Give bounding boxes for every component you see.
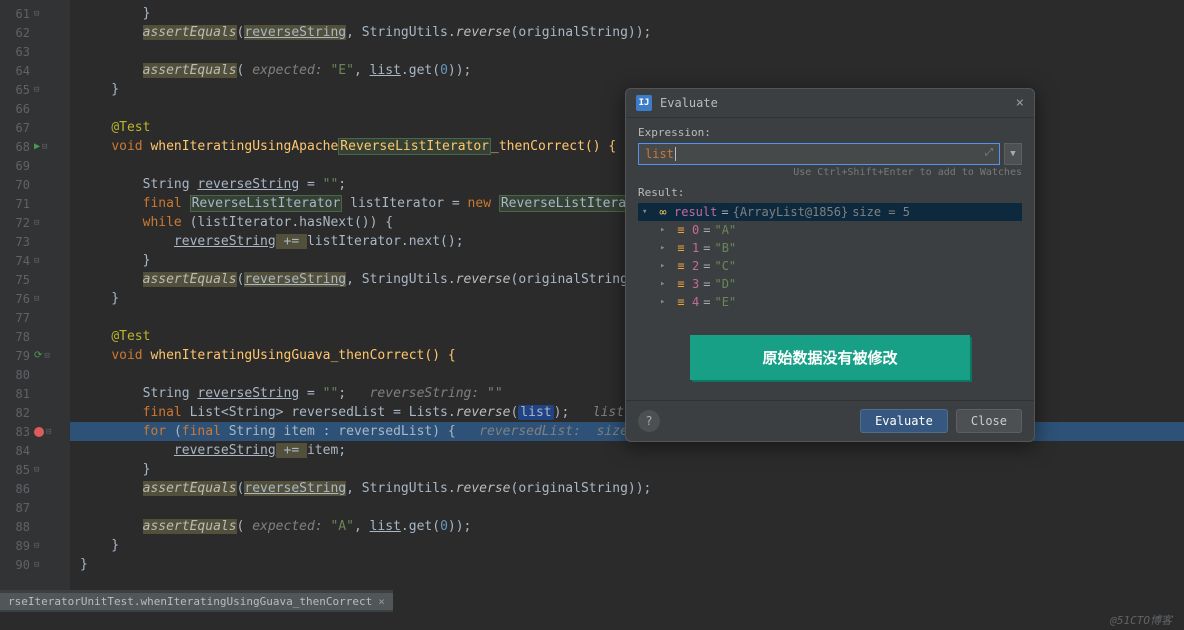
fold-icon[interactable]: ⊟ xyxy=(46,427,51,437)
element-icon: ≡ xyxy=(674,295,688,309)
fold-icon[interactable]: ⊟ xyxy=(34,218,39,228)
watermark: @51CTO博客 xyxy=(1110,612,1172,628)
chevron-right-icon[interactable]: ▸ xyxy=(660,261,670,271)
element-icon: ≡ xyxy=(674,259,688,273)
object-icon: ∞ xyxy=(656,205,670,219)
code-line: } xyxy=(70,555,1184,574)
hint-text: Use Ctrl+Shift+Enter to add to Watches xyxy=(638,167,1022,178)
evaluate-button[interactable]: Evaluate xyxy=(860,409,948,433)
tab-test-method[interactable]: rseIteratorUnitTest.whenIteratingUsingGu… xyxy=(0,593,393,610)
code-line: assertEquals(reverseString, StringUtils.… xyxy=(70,23,1184,42)
tree-item[interactable]: ▸≡3 = "D" xyxy=(638,275,1022,293)
fold-icon[interactable]: ⊟ xyxy=(34,85,39,95)
fold-icon[interactable]: ⊟ xyxy=(34,9,39,19)
breakpoint-icon[interactable] xyxy=(34,427,44,437)
fold-icon[interactable]: ⊟ xyxy=(42,142,47,152)
tree-root[interactable]: ▾ ∞ result = {ArrayList@1856} size = 5 xyxy=(638,203,1022,221)
tree-item[interactable]: ▸≡0 = "A" xyxy=(638,221,1022,239)
code-line xyxy=(70,42,1184,61)
code-line: assertEquals( expected: "E", list.get(0)… xyxy=(70,61,1184,80)
tab-label: rseIteratorUnitTest.whenIteratingUsingGu… xyxy=(8,595,372,608)
result-tree[interactable]: ▾ ∞ result = {ArrayList@1856} size = 5 ▸… xyxy=(638,203,1022,323)
close-icon[interactable]: × xyxy=(1016,95,1024,111)
fold-icon[interactable]: ⊟ xyxy=(34,256,39,266)
expression-input[interactable]: list⤢ xyxy=(638,143,1000,165)
help-button[interactable]: ? xyxy=(638,410,660,432)
tree-item[interactable]: ▸≡1 = "B" xyxy=(638,239,1022,257)
code-line: assertEquals( expected: "A", list.get(0)… xyxy=(70,517,1184,536)
tree-item[interactable]: ▸≡2 = "C" xyxy=(638,257,1022,275)
intellij-icon: IJ xyxy=(636,95,652,111)
run-icon[interactable]: ▶ xyxy=(34,141,40,152)
fold-icon[interactable]: ⊟ xyxy=(44,351,49,361)
callout-banner: 原始数据没有被修改 xyxy=(690,335,970,380)
element-icon: ≡ xyxy=(674,277,688,291)
element-icon: ≡ xyxy=(674,241,688,255)
chevron-right-icon[interactable]: ▸ xyxy=(660,297,670,307)
evaluate-dialog: IJ Evaluate × Expression: list⤢ ▼ Use Ct… xyxy=(625,88,1035,442)
fold-icon[interactable]: ⊟ xyxy=(34,294,39,304)
fold-icon[interactable]: ⊟ xyxy=(34,465,39,475)
result-label: Result: xyxy=(638,186,1022,199)
expression-label: Expression: xyxy=(638,126,1022,139)
override-icon: ⟳ xyxy=(34,350,42,361)
code-line: assertEquals(reverseString, StringUtils.… xyxy=(70,479,1184,498)
code-line: } xyxy=(70,536,1184,555)
code-line: } xyxy=(70,460,1184,479)
element-icon: ≡ xyxy=(674,223,688,237)
dropdown-icon[interactable]: ▼ xyxy=(1004,143,1022,165)
fold-icon[interactable]: ⊟ xyxy=(34,560,39,570)
dialog-title: Evaluate xyxy=(660,96,1016,110)
chevron-down-icon[interactable]: ▾ xyxy=(642,207,652,217)
tree-item[interactable]: ▸≡4 = "E" xyxy=(638,293,1022,311)
chevron-right-icon[interactable]: ▸ xyxy=(660,243,670,253)
code-line: reverseString += item; xyxy=(70,441,1184,460)
chevron-right-icon[interactable]: ▸ xyxy=(660,225,670,235)
code-line: } xyxy=(70,4,1184,23)
tab-bar: rseIteratorUnitTest.whenIteratingUsingGu… xyxy=(0,590,393,612)
close-icon[interactable]: × xyxy=(378,595,385,608)
expand-icon[interactable]: ⤢ xyxy=(985,147,993,158)
code-line xyxy=(70,498,1184,517)
close-button[interactable]: Close xyxy=(956,409,1022,433)
gutter: 61⊟62636465⊟666768▶⊟69707172⊟7374⊟7576⊟7… xyxy=(0,0,70,590)
chevron-right-icon[interactable]: ▸ xyxy=(660,279,670,289)
dialog-titlebar[interactable]: IJ Evaluate × xyxy=(626,89,1034,118)
fold-icon[interactable]: ⊟ xyxy=(34,541,39,551)
